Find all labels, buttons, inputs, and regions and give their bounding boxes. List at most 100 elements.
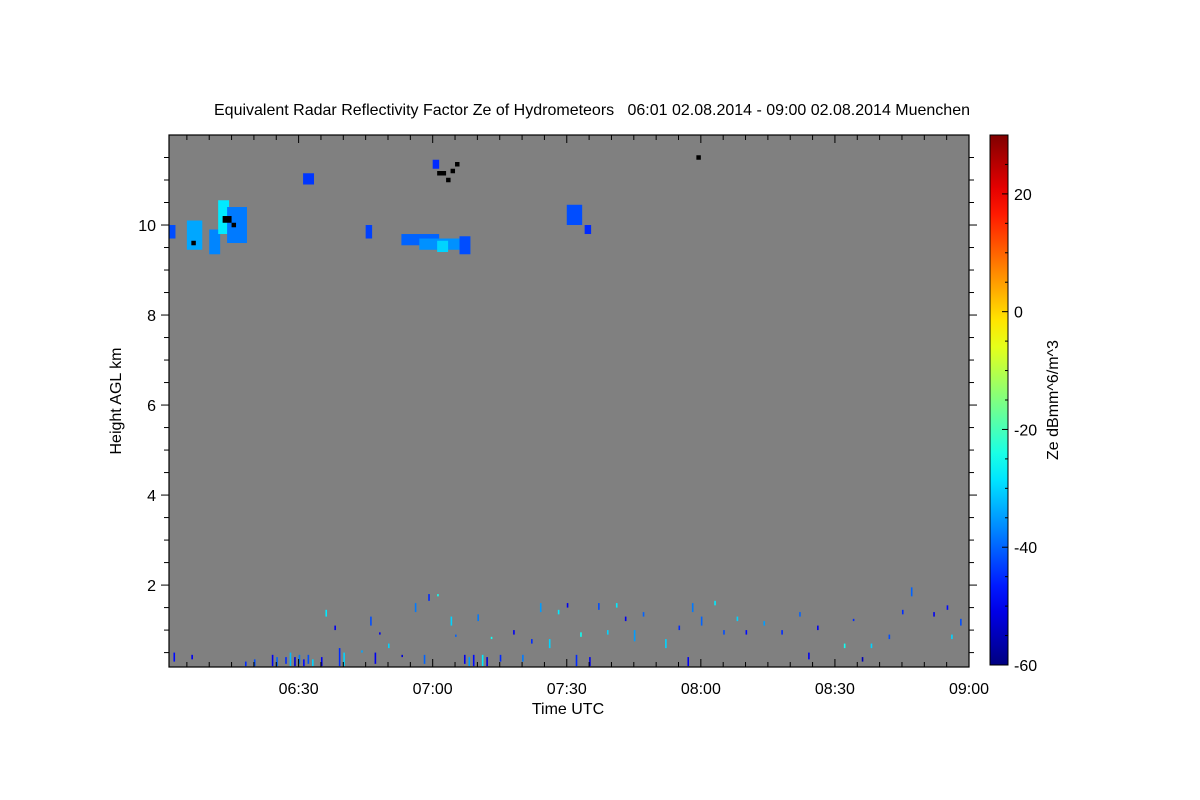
echo-speck (294, 657, 296, 667)
echo-cell (365, 225, 373, 239)
echo-speck (513, 630, 515, 635)
echo-speck (736, 616, 739, 622)
flag-cell (437, 171, 447, 176)
echo-speck (455, 634, 457, 637)
flag-cell (231, 222, 237, 228)
echo-speck (861, 657, 864, 662)
echo-speck (960, 618, 962, 626)
echo-speck (468, 657, 471, 667)
echo-speck (481, 654, 484, 667)
colorbar-label: Ze dBmm^6/m^3 (1045, 340, 1062, 460)
echo-speck (714, 600, 716, 606)
y-tick-label: 10 (138, 218, 156, 235)
echo-speck (951, 634, 953, 640)
echo-speck (687, 657, 690, 667)
echo-speck (303, 659, 305, 667)
x-axis-label: Time UTC (532, 701, 604, 718)
echo-speck (606, 630, 609, 635)
echo-cell (303, 173, 315, 185)
echo-cell (227, 207, 247, 244)
echo-cell (186, 220, 203, 250)
y-tick-label: 4 (147, 488, 156, 505)
echo-speck (946, 605, 949, 610)
echo-speck (678, 625, 681, 631)
y-axis-label: Height AGL km (108, 347, 125, 454)
echo-cell (432, 159, 440, 169)
echo-cell (169, 225, 176, 239)
echo-speck (598, 603, 600, 610)
echo-speck (312, 659, 314, 667)
flag-cell (696, 155, 701, 160)
echo-speck (910, 587, 913, 597)
echo-speck (370, 616, 372, 626)
echo-speck (486, 657, 488, 667)
echo-speck (325, 609, 328, 617)
colorbar-tick-label: -40 (1014, 540, 1037, 557)
echo-speck (387, 643, 390, 649)
colorbar-tick-label: -60 (1014, 658, 1037, 675)
colorbar-tick-label: -20 (1014, 422, 1037, 439)
flag-cell (450, 168, 456, 174)
echo-speck (870, 643, 873, 649)
echo-cell (584, 225, 592, 235)
echo-speck (173, 652, 176, 662)
echo-speck (477, 614, 479, 622)
echo-speck (285, 657, 287, 664)
echo-speck (271, 654, 274, 667)
flag-cell (446, 177, 451, 183)
echo-speck (401, 654, 404, 658)
echo-speck (575, 654, 578, 667)
echo-speck (817, 625, 819, 631)
chart-title: Equivalent Radar Reflectivity Factor Ze … (214, 102, 970, 119)
echo-speck (691, 603, 694, 613)
x-tick-label: 08:30 (815, 681, 855, 698)
echo-speck (334, 625, 336, 631)
echo-speck (615, 603, 618, 608)
flag-cell (222, 216, 232, 223)
echo-speck (557, 609, 560, 615)
echo-speck (428, 594, 430, 601)
x-tick-label: 09:00 (949, 681, 989, 698)
echo-speck (338, 648, 341, 667)
echo-speck (374, 652, 377, 664)
echo-speck (472, 654, 475, 667)
echo-speck (580, 632, 582, 637)
echo-speck (531, 639, 533, 644)
echo-speck (852, 618, 855, 622)
echo-speck (888, 634, 891, 640)
echo-speck (745, 630, 748, 635)
echo-speck (289, 652, 292, 667)
echo-speck (414, 603, 417, 613)
echo-speck (642, 612, 645, 617)
chart-svg: Equivalent Radar Reflectivity Factor Ze … (108, 102, 1062, 718)
echo-speck (499, 654, 502, 662)
flag-cell (191, 240, 196, 246)
y-tick-label: 8 (147, 308, 156, 325)
y-tick-label: 2 (147, 578, 156, 595)
echo-speck (723, 630, 725, 635)
echo-speck (379, 632, 381, 635)
colorbar-tick-label: 20 (1014, 187, 1032, 204)
echo-speck (361, 650, 363, 653)
echo-speck (191, 654, 193, 660)
echo-speck (901, 609, 904, 615)
echo-speck (244, 661, 247, 667)
echo-speck (548, 639, 551, 649)
echo-speck (522, 654, 524, 662)
echo-speck (423, 654, 426, 664)
echo-speck (808, 652, 810, 660)
x-tick-label: 07:00 (413, 681, 453, 698)
echo-cell (566, 204, 583, 226)
echo-speck (763, 621, 766, 626)
colorbar-tick-label: 0 (1014, 305, 1023, 322)
y-tick-label: 6 (147, 398, 156, 415)
echo-speck (781, 630, 783, 635)
echo-speck (624, 616, 627, 622)
radar-chart: Equivalent Radar Reflectivity Factor Ze … (0, 0, 1200, 800)
echo-speck (566, 603, 569, 608)
echo-speck (450, 616, 453, 626)
echo-speck (799, 612, 801, 617)
echo-speck (633, 630, 636, 642)
echo-speck (539, 603, 542, 613)
echo-speck (665, 639, 667, 649)
